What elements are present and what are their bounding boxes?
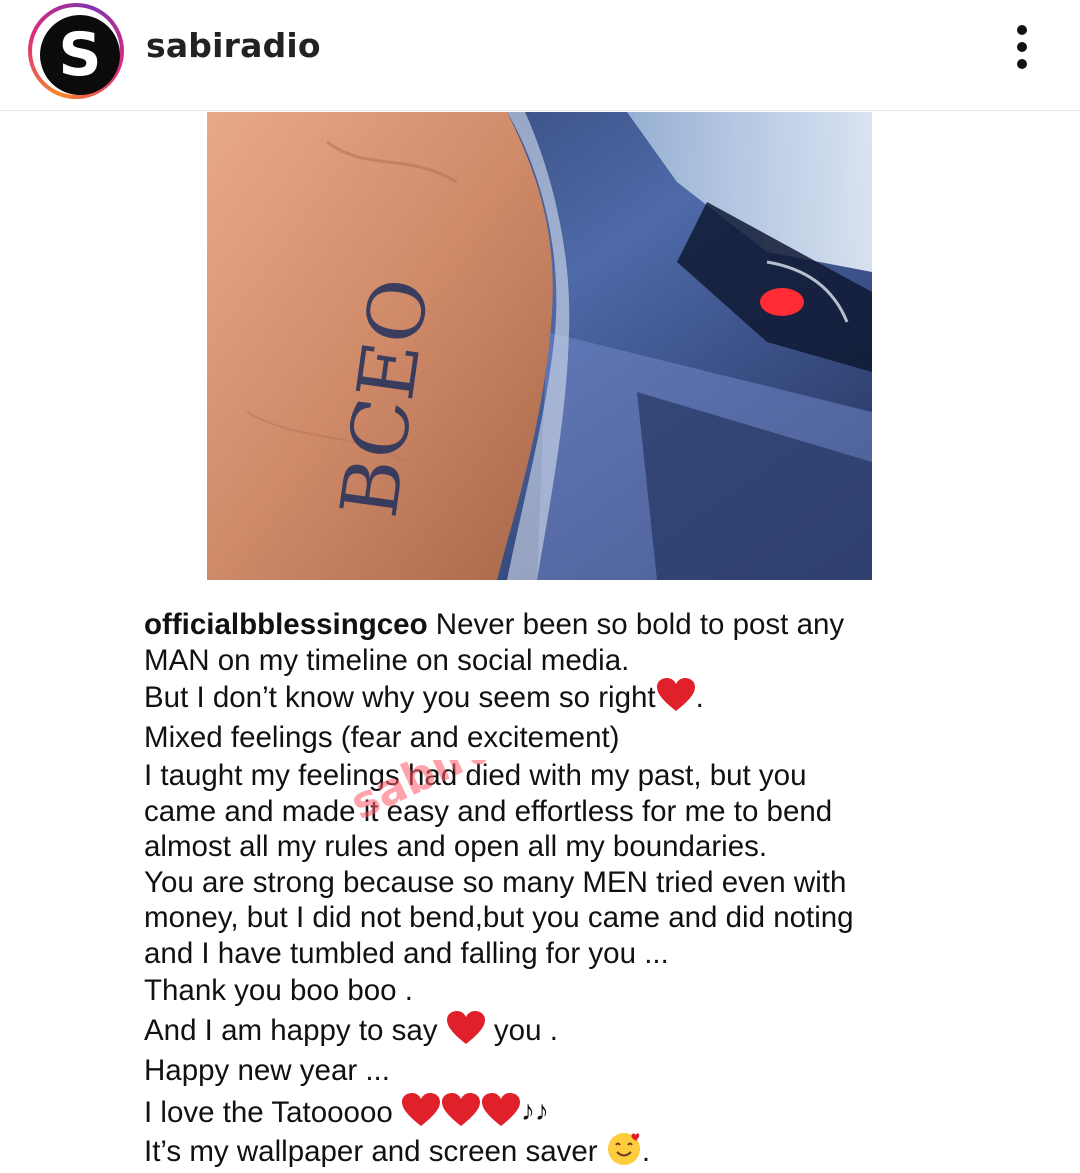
red-heart-icon [481,1093,520,1126]
red-heart-icon [441,1093,480,1126]
caption-text: But I don’t know why you seem so right [144,681,656,714]
more-vertical-icon[interactable] [1008,22,1038,72]
caption-text: almost all my rules and open all my boun… [144,830,768,863]
post-caption: officialbblessingceo Never been so bold … [144,607,1024,1171]
red-heart-icon [656,678,695,711]
avatar-letter: S [58,20,102,90]
smiling-face-with-hearts-icon [607,1133,640,1165]
tattoo-hand-photo: BCEO [207,112,872,580]
post-image[interactable]: BCEO [207,112,872,580]
profile-avatar[interactable]: S [28,3,124,99]
caption-text: Mixed feelings (fear and excitement) [144,721,620,754]
caption-text: It’s my wallpaper and screen saver [144,1135,606,1168]
avatar-logo: S [40,15,120,95]
caption-text: I love the Tatooooo [144,1096,401,1129]
caption-text: Thank you boo boo . [144,974,413,1007]
username[interactable]: sabiradio [146,26,321,65]
red-heart-icon [401,1093,440,1126]
caption-text: money, but I did not bend,but you came a… [144,901,854,934]
music-notes-icon: ♪♪ [520,1095,549,1126]
caption-username[interactable]: officialbblessingceo [144,608,428,641]
caption-text: came and made it easy and effortless for… [144,794,833,828]
caption-text: Never been so bold to post any [427,608,845,641]
caption-text: MAN on my timeline on social media. [144,643,630,677]
caption-text: Happy new year ... [144,1054,390,1087]
caption-text: I taught my feelings had died with my pa… [144,759,807,792]
caption-text: And I am happy to say [144,1014,446,1047]
red-heart-icon [446,1011,485,1044]
caption-text: and I have tumbled and falling for you .… [144,936,669,970]
caption-text: You are strong because so many MEN tried… [144,865,847,899]
post-header: S sabiradio [0,0,1080,111]
